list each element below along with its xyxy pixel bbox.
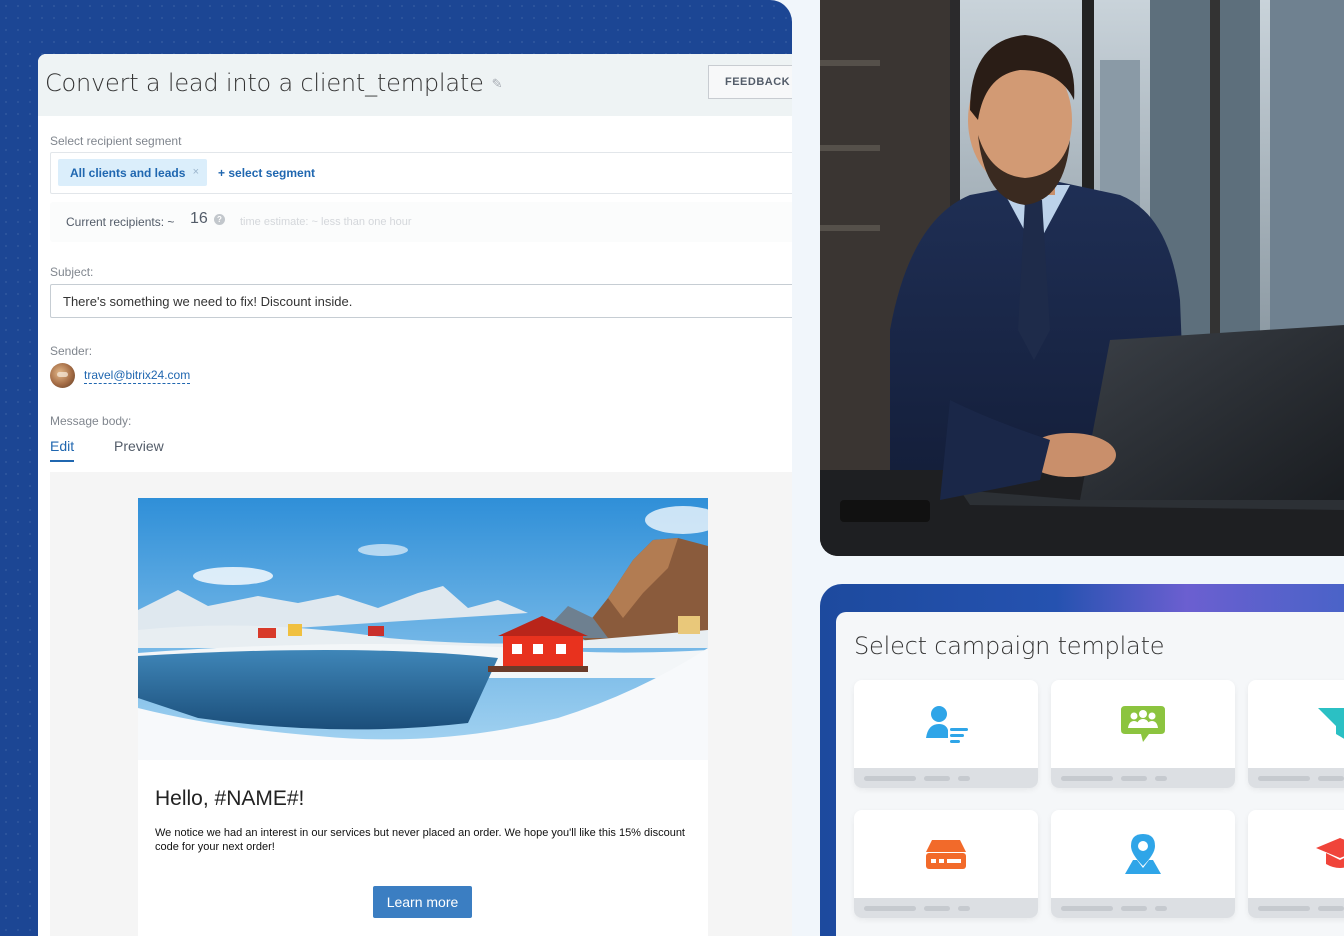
avatar [50, 363, 75, 388]
tile-footer [1248, 898, 1344, 918]
businessman-photo [820, 0, 1344, 556]
template-tile-education[interactable] [1248, 810, 1344, 918]
message-body-label: Message body: [50, 414, 132, 428]
email-preview: Hello, #NAME#! We notice we had an inter… [138, 498, 708, 936]
inbox-tray-icon [926, 840, 966, 869]
template-selector-title: Select campaign template [854, 632, 1165, 660]
select-segment-link[interactable]: + select segment [218, 166, 315, 180]
tile-footer [1051, 768, 1235, 788]
sender-email-link[interactable]: travel@bitrix24.com [84, 368, 191, 384]
recipients-count: 16 [190, 210, 208, 227]
tile-footer [1051, 898, 1235, 918]
template-selector: Select campaign template [836, 612, 1344, 936]
subject-input[interactable]: There's something we need to fix! Discou… [50, 284, 792, 318]
group-chat-icon [1121, 706, 1165, 742]
left-panel-background: Convert a lead into a client_template ✎ F… [0, 0, 792, 936]
email-text: We notice we had an interest in our serv… [155, 827, 685, 853]
segment-selector[interactable]: All clients and leads × + select segment [50, 152, 792, 194]
template-tile-funnel[interactable] [1248, 680, 1344, 788]
graduation-cap-icon [1316, 838, 1344, 868]
email-canvas: Hello, #NAME#! We notice we had an inter… [50, 472, 792, 936]
tile-footer [1248, 768, 1344, 788]
segment-tag-label: All clients and leads [70, 166, 186, 180]
email-greeting: Hello, #NAME#! [155, 787, 305, 810]
learn-more-button[interactable]: Learn more [373, 886, 472, 918]
tile-footer [854, 898, 1038, 918]
feedback-button[interactable]: FEEDBACK FORM [708, 65, 792, 99]
location-pin-icon [1125, 834, 1161, 874]
pencil-icon[interactable]: ✎ [492, 77, 503, 92]
template-tile-group[interactable] [1051, 680, 1235, 788]
page-title-text: Convert a lead into a client_template [45, 69, 484, 97]
tile-footer [854, 768, 1038, 788]
close-icon[interactable]: × [193, 166, 199, 178]
campaign-editor: Convert a lead into a client_template ✎ F… [38, 54, 792, 936]
page-title: Convert a lead into a client_template ✎ [45, 69, 503, 97]
user-list-icon [926, 706, 968, 743]
editor-header: Convert a lead into a client_template ✎ F… [38, 54, 792, 116]
tab-preview[interactable]: Preview [114, 438, 164, 454]
segment-tag[interactable]: All clients and leads × [58, 159, 207, 186]
subject-label: Subject: [50, 265, 94, 279]
template-tile-contacts[interactable] [854, 680, 1038, 788]
segment-label: Select recipient segment [50, 134, 182, 148]
recipients-label: Current recipients: ~ [66, 215, 175, 229]
template-tile-location[interactable] [1051, 810, 1235, 918]
funnel-check-icon [1318, 708, 1344, 739]
recipients-info: Current recipients: ~ 16 ? time estimate… [50, 202, 792, 242]
template-panel-background: Select campaign template [820, 584, 1344, 936]
time-estimate: time estimate: ~ less than one hour [240, 216, 412, 228]
email-header-image[interactable] [138, 498, 708, 760]
template-tile-inbox[interactable] [854, 810, 1038, 918]
sender-label: Sender: [50, 344, 93, 358]
tab-edit[interactable]: Edit [50, 438, 75, 462]
help-icon[interactable]: ? [214, 214, 225, 225]
businessman-photo-image [820, 0, 1344, 556]
